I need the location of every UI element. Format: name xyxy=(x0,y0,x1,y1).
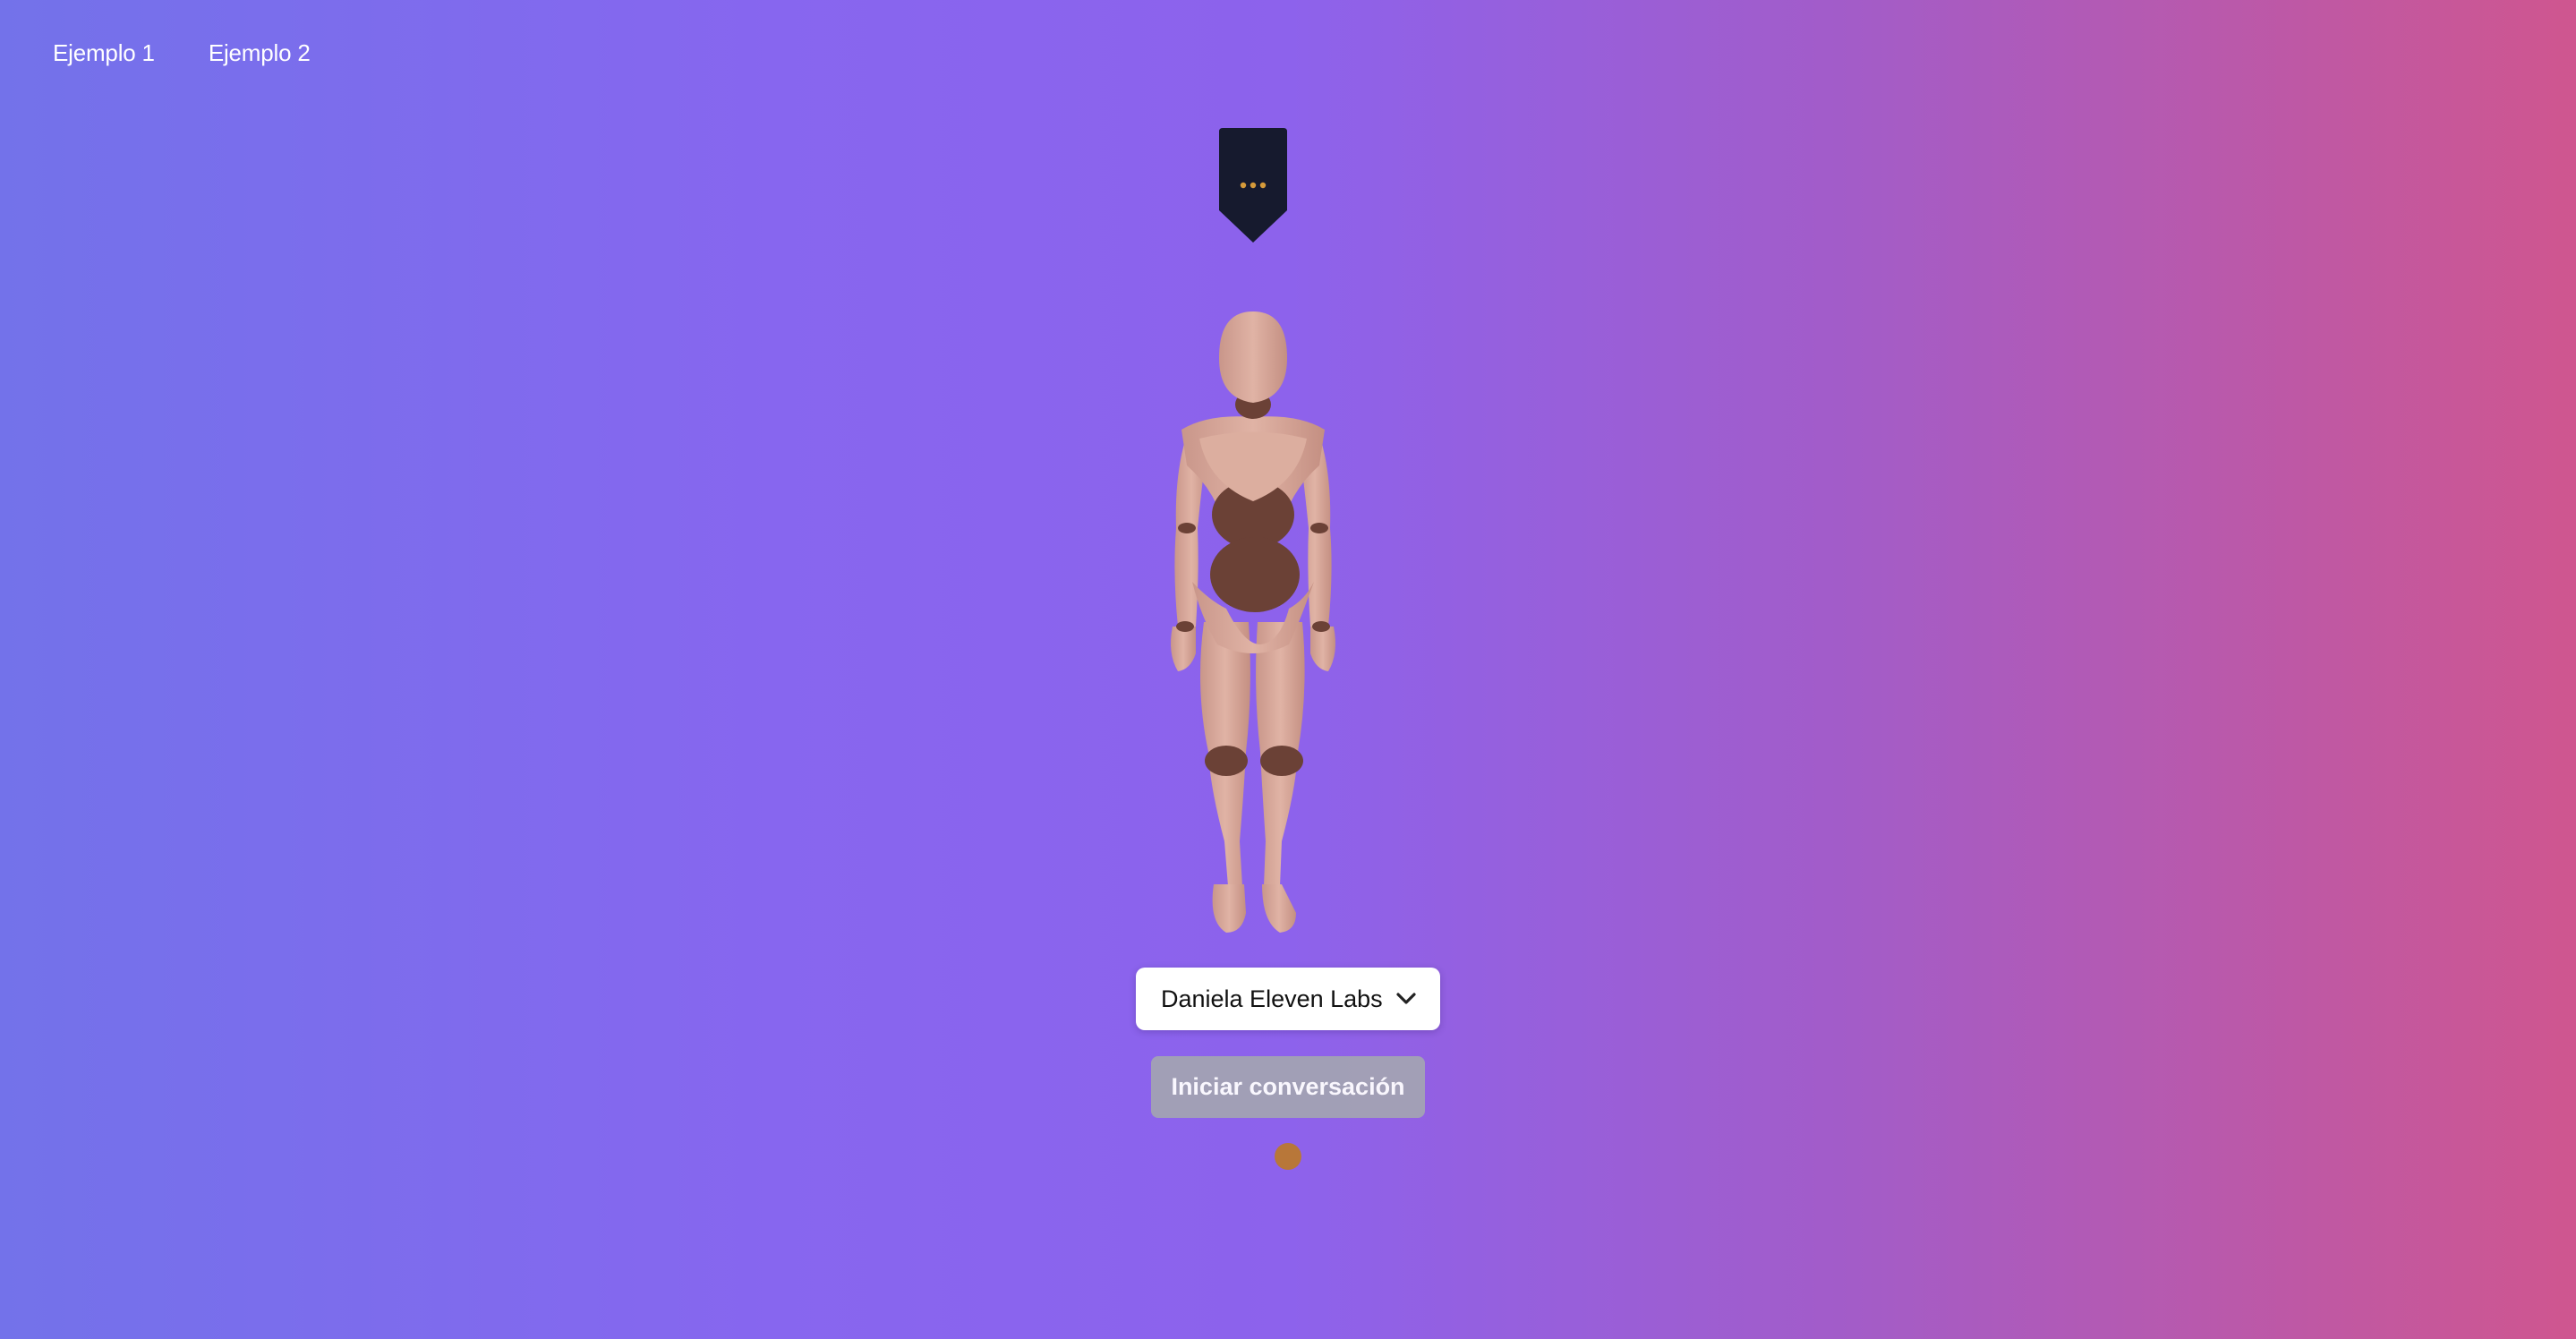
speech-indicator xyxy=(1219,128,1287,243)
mannequin-avatar xyxy=(1171,311,1335,933)
status-indicator xyxy=(1275,1143,1301,1170)
voice-select-value: Daniela Eleven Labs xyxy=(1161,985,1383,1012)
voice-select[interactable]: Daniela Eleven Labs xyxy=(1136,968,1440,1030)
top-nav: Ejemplo 1 Ejemplo 2 xyxy=(53,39,311,67)
nav-link-ejemplo-2[interactable]: Ejemplo 2 xyxy=(209,39,311,67)
nav-link-ejemplo-1[interactable]: Ejemplo 1 xyxy=(53,39,155,67)
start-conversation-button[interactable]: Iniciar conversación xyxy=(1151,1056,1425,1118)
typing-dots-icon xyxy=(1240,182,1267,189)
chevron-down-icon xyxy=(1396,993,1416,1004)
